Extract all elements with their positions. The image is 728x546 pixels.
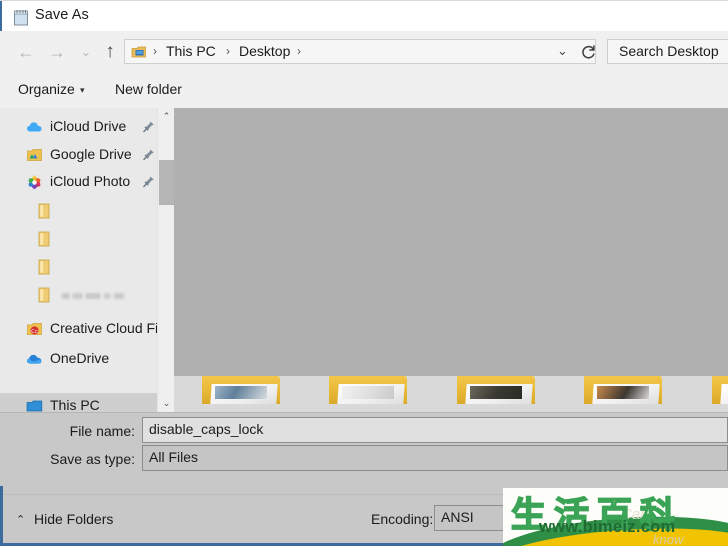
forward-icon[interactable]: → [47, 42, 67, 62]
sidebar-item-folder[interactable] [0, 198, 157, 225]
sidebar-item-label: iCloud Photo [50, 173, 131, 189]
file-name-value: disable_caps_lock [149, 421, 264, 437]
file-list-bottom-row [174, 376, 728, 412]
save-as-dialog: Save As ← → ⌄ ↑ › This PC › Desktop › ⌄ [0, 0, 728, 546]
sidebar-item-label: OneDrive [50, 350, 110, 366]
icloud-photos-icon [26, 174, 43, 191]
save-as-type-select[interactable]: All Files [142, 445, 728, 471]
save-as-type-label: Save as type: [50, 451, 135, 467]
list-item[interactable] [329, 376, 411, 406]
save-as-type-value: All Files [149, 449, 199, 465]
sidebar-item-label: iCloud Drive [50, 118, 127, 134]
folder-icon [38, 259, 51, 275]
hide-folders-label: Hide Folders [34, 511, 114, 527]
list-item[interactable] [712, 376, 728, 406]
encoding-label: Encoding: [371, 511, 434, 527]
file-list-pane[interactable] [174, 108, 728, 412]
breadcrumb-separator: › [153, 44, 157, 58]
sidebar-item-onedrive[interactable]: OneDrive [0, 346, 157, 373]
breadcrumb-desktop[interactable]: Desktop [239, 43, 290, 59]
site-watermark: Care 生活百科 www.bimeiz.com know [503, 488, 728, 546]
sidebar-item-google-drive[interactable]: Google Drive [0, 142, 157, 169]
sidebar-item-label: Creative Cloud Fil [50, 320, 157, 336]
list-item[interactable] [584, 376, 666, 406]
onedrive-icon [26, 351, 43, 368]
list-item[interactable] [202, 376, 284, 406]
list-item[interactable] [457, 376, 539, 406]
encoding-value: ANSI [441, 509, 474, 525]
folder-icon [38, 203, 51, 219]
obscured-folder-label [62, 293, 124, 299]
search-placeholder: Search Desktop [619, 43, 719, 59]
file-name-input[interactable]: disable_caps_lock [142, 417, 728, 443]
window-title: Save As [35, 7, 89, 23]
file-name-label: File name: [69, 423, 135, 439]
divider [0, 412, 728, 413]
organize-button[interactable]: Organize [18, 81, 75, 97]
creative-cloud-icon: Cc [26, 321, 43, 338]
up-icon[interactable]: ↑ [100, 42, 120, 62]
sidebar-item-label: This PC [50, 397, 100, 412]
watermark-ghost-text-2: know [653, 532, 684, 546]
navigation-bar: ← → ⌄ ↑ › This PC › Desktop › ⌄ Search D… [0, 31, 728, 72]
sidebar-scrollbar[interactable]: ⌃ ⌄ [157, 108, 175, 412]
title-bar: Save As [0, 0, 728, 32]
pin-icon[interactable] [142, 175, 155, 189]
window-left-accent-bottom [0, 486, 3, 546]
svg-text:Cc: Cc [31, 329, 38, 335]
sidebar-item-icloud-photo[interactable]: iCloud Photo [0, 169, 157, 196]
icloud-drive-icon [26, 119, 43, 136]
sidebar-item-this-pc[interactable]: This PC [0, 393, 157, 412]
sidebar-item-creative-cloud-files[interactable]: Cc Creative Cloud Fil [0, 316, 157, 343]
back-icon[interactable]: ← [16, 42, 36, 62]
sidebar-item-label: Google Drive [50, 146, 132, 162]
breadcrumb-this-pc[interactable]: This PC [166, 43, 216, 59]
breadcrumb-separator[interactable]: › [297, 44, 301, 58]
scrollbar-thumb[interactable] [159, 160, 174, 205]
breadcrumb-separator[interactable]: › [226, 44, 230, 58]
window-left-accent [0, 1, 2, 32]
sidebar-item-icloud-drive[interactable]: iCloud Drive [0, 114, 157, 141]
dialog-body: iCloud Drive Google Drive iCloud Photo C… [0, 108, 728, 412]
chevron-up-icon: ⌃ [16, 514, 26, 526]
address-bar[interactable]: › This PC › Desktop › [124, 39, 596, 64]
scroll-down-icon[interactable]: ⌄ [158, 395, 175, 412]
chevron-down-icon[interactable]: ▾ [80, 85, 85, 96]
new-folder-button[interactable]: New folder [115, 81, 182, 97]
search-input[interactable]: Search Desktop [607, 39, 728, 64]
folder-icon [38, 287, 51, 303]
sidebar-item-folder[interactable] [0, 254, 157, 281]
pin-icon[interactable] [142, 120, 155, 134]
chevron-down-icon[interactable]: ⌄ [557, 43, 568, 59]
notepad-icon [13, 9, 29, 26]
sidebar-item-folder[interactable] [0, 282, 157, 309]
recent-locations-icon[interactable]: ⌄ [76, 42, 96, 62]
pin-icon[interactable] [142, 148, 155, 162]
folder-icon [38, 231, 51, 247]
navigation-sidebar[interactable]: iCloud Drive Google Drive iCloud Photo C… [0, 108, 157, 412]
scroll-up-icon[interactable]: ⌃ [158, 108, 175, 125]
refresh-icon[interactable] [577, 40, 600, 63]
sidebar-item-folder[interactable] [0, 226, 157, 253]
this-pc-icon [26, 398, 43, 412]
computer-icon [131, 45, 147, 59]
google-drive-icon [26, 147, 43, 164]
command-toolbar: Organize ▾ New folder [0, 72, 728, 109]
